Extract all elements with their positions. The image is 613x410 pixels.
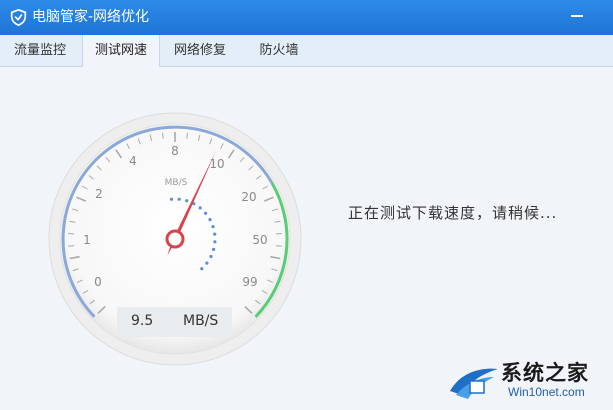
gauge-progress-dot: [212, 247, 216, 251]
tick-label: 99: [242, 275, 257, 289]
gauge-progress-dot: [198, 206, 202, 210]
status-message: 正在测试下载速度，请稍候...: [348, 204, 558, 222]
gauge-progress-dot: [213, 240, 217, 244]
tab-bar: 流量监控 测试网速 网络修复 防火墙: [0, 35, 613, 67]
gauge-progress-dot: [213, 232, 217, 236]
speed-value: 9.5: [131, 313, 154, 329]
watermark-logo-icon: [450, 368, 498, 399]
gauge-progress-dot: [209, 254, 213, 259]
tab-network-repair[interactable]: 网络修复: [168, 35, 232, 66]
tick-label: 8: [171, 144, 179, 158]
tick-label: 1: [83, 233, 91, 247]
watermark-title: 系统之家: [501, 361, 589, 385]
title-bar: 电脑管家-网络优化: [0, 0, 613, 35]
gauge-progress-dot: [208, 218, 212, 222]
gauge-progress-dot: [169, 197, 174, 201]
window-title: 电脑管家-网络优化: [32, 9, 150, 25]
tick-label: 0: [94, 275, 102, 289]
app-window: 电脑管家-网络优化 流量监控 测试网速 网络修复 防火墙 0 1 2 4 8 1…: [0, 0, 613, 410]
gauge-progress-dot: [177, 197, 181, 201]
tick-label: 4: [129, 154, 137, 168]
tab-speed-test[interactable]: 测试网速: [82, 35, 160, 67]
speed-readout: 9.5 MB/S: [117, 307, 232, 337]
gauge-progress-dot: [185, 199, 189, 203]
speed-unit: MB/S: [183, 313, 219, 329]
minimize-button[interactable]: [567, 6, 587, 26]
watermark: 系统之家 Win10net.com: [446, 355, 611, 410]
gauge-tick: [162, 132, 164, 139]
gauge-tick: [186, 132, 188, 139]
shield-icon: [10, 9, 27, 26]
minimize-icon: [571, 15, 583, 17]
gauge-progress-dot: [200, 267, 204, 271]
gauge-needle-hub: [165, 229, 185, 249]
tab-traffic-monitor[interactable]: 流量监控: [8, 35, 72, 66]
gauge-progress-dot: [204, 211, 208, 215]
tab-firewall[interactable]: 防火墙: [252, 35, 306, 66]
tick-label: 10: [209, 157, 224, 171]
gauge-progress-dot: [205, 261, 209, 265]
gauge-unit-label: MB/S: [165, 178, 188, 188]
tick-label: 50: [252, 233, 267, 247]
gauge-progress-dot: [211, 225, 215, 229]
tick-label: 2: [95, 187, 103, 201]
watermark-site: Win10net.com: [508, 385, 585, 399]
tick-label: 20: [241, 190, 256, 204]
